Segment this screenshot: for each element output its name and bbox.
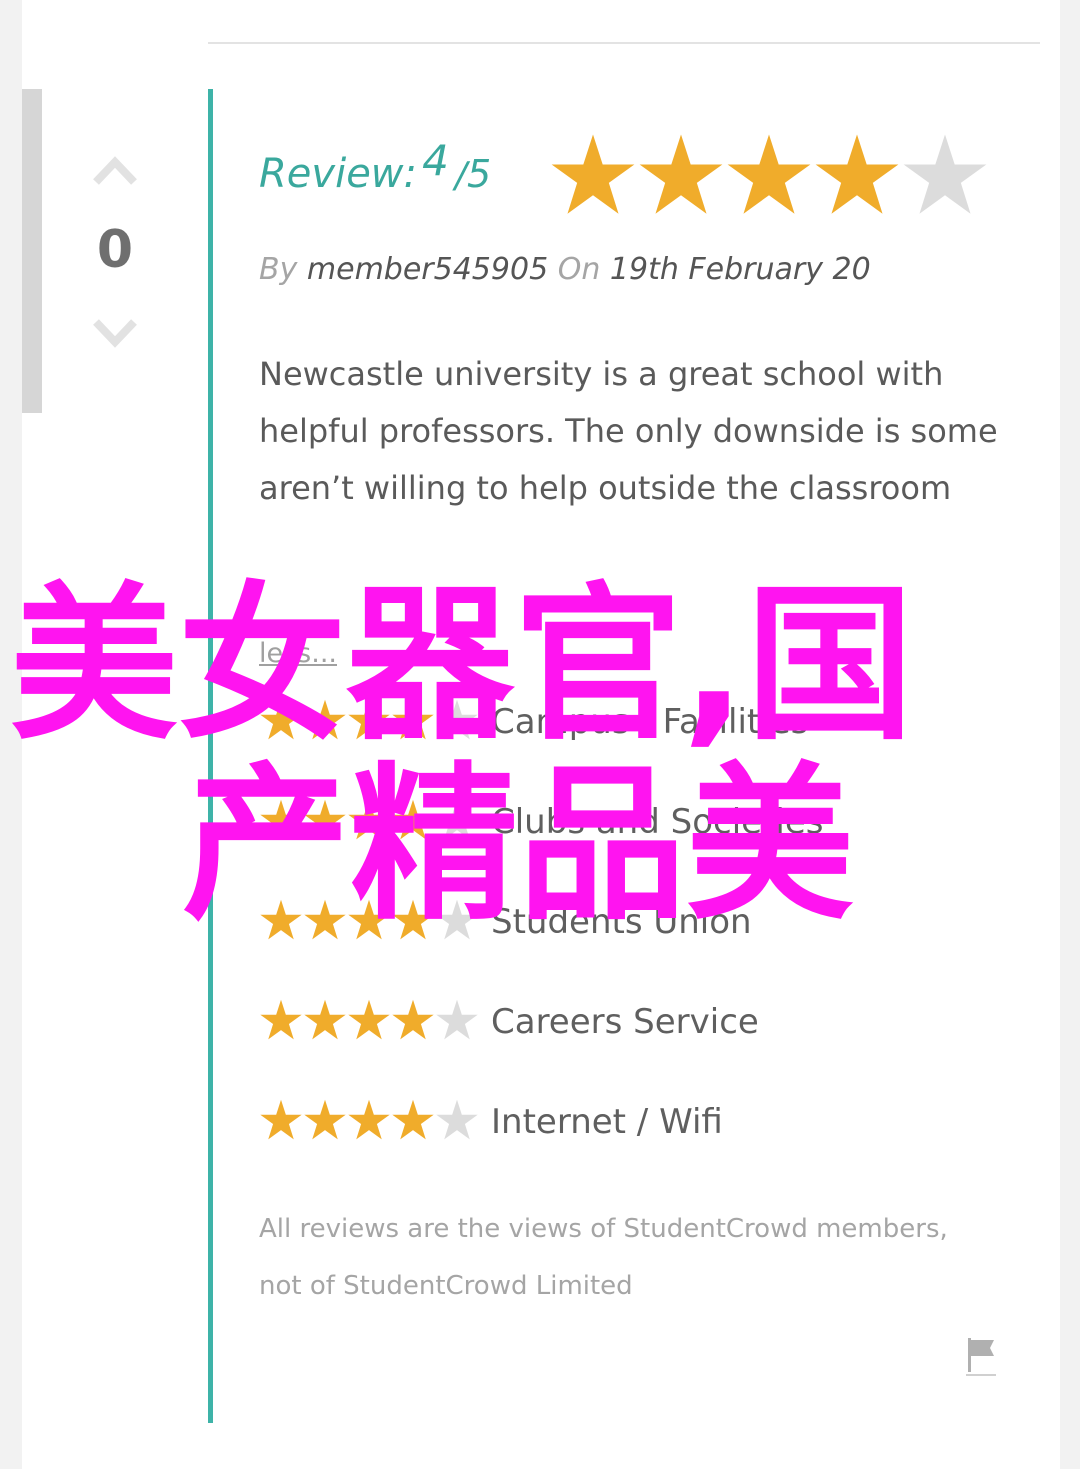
star-icon [304,1099,346,1140]
on-label: On [557,252,601,287]
vote-bar [22,89,42,413]
star-icon [348,799,390,840]
category-label: Careers Service [491,1002,759,1042]
review-author: member545905 [306,252,549,287]
review-date: 19th February 20 [609,252,871,287]
category-stars [259,698,479,742]
review-label: Review: [259,151,417,197]
star-icon [903,134,987,214]
star-icon [348,999,390,1040]
chevron-down-icon [93,319,137,348]
star-icon [304,899,346,940]
review-slash: / [454,155,467,196]
star-icon [392,699,434,740]
star-icon [392,1099,434,1140]
star-icon [260,999,302,1040]
category-rating-row: Internet / Wifi [259,1098,959,1158]
star-icon [436,999,478,1040]
report-flag-button[interactable] [966,1336,996,1378]
category-label: Clubs and Societies [491,802,824,842]
category-rating-row: Students Union [259,898,959,958]
star-icon [260,1099,302,1140]
top-divider [208,42,1040,44]
category-stars [259,998,479,1042]
less-link[interactable]: less... [259,638,337,669]
star-icon [260,699,302,740]
category-stars [259,1098,479,1142]
category-stars [259,798,479,842]
category-rating-row: Campus / Facilities [259,698,959,758]
star-icon [727,134,811,214]
review-max: 5 [466,152,492,196]
review-score: 4 [422,136,449,185]
category-rating-row: Careers Service [259,998,959,1058]
star-icon [392,799,434,840]
category-label: Students Union [491,902,752,942]
overall-rating-stars [549,131,989,219]
star-icon [348,699,390,740]
star-icon [815,134,899,214]
star-icon [304,699,346,740]
review-byline: By member545905 On 19th February 20 [259,252,871,287]
category-rating-row: Clubs and Societies [259,798,959,858]
star-icon [436,699,478,740]
star-icon [304,999,346,1040]
star-icon [392,999,434,1040]
star-icon [392,899,434,940]
star-icon [551,134,635,214]
flag-icon [966,1338,996,1376]
category-stars [259,898,479,942]
by-label: By [259,252,298,287]
disclaimer: All reviews are the views of StudentCrow… [259,1214,948,1301]
category-label: Campus / Facilities [491,702,809,742]
star-icon [436,1099,478,1140]
star-icon [436,899,478,940]
vote-up-button[interactable] [92,152,138,186]
review-title: Review: 4/5 [259,136,491,197]
category-label: Internet / Wifi [491,1102,723,1142]
star-icon [436,799,478,840]
star-icon [348,1099,390,1140]
star-icon [304,799,346,840]
star-icon [260,799,302,840]
vote-count: 0 [96,220,134,280]
star-icon [260,899,302,940]
review-body: Newcastle university is a great school w… [259,355,998,507]
review-accent-line [208,89,213,1423]
chevron-up-icon [93,156,137,185]
star-icon [348,899,390,940]
star-icon [639,134,723,214]
vote-down-button[interactable] [92,316,138,350]
